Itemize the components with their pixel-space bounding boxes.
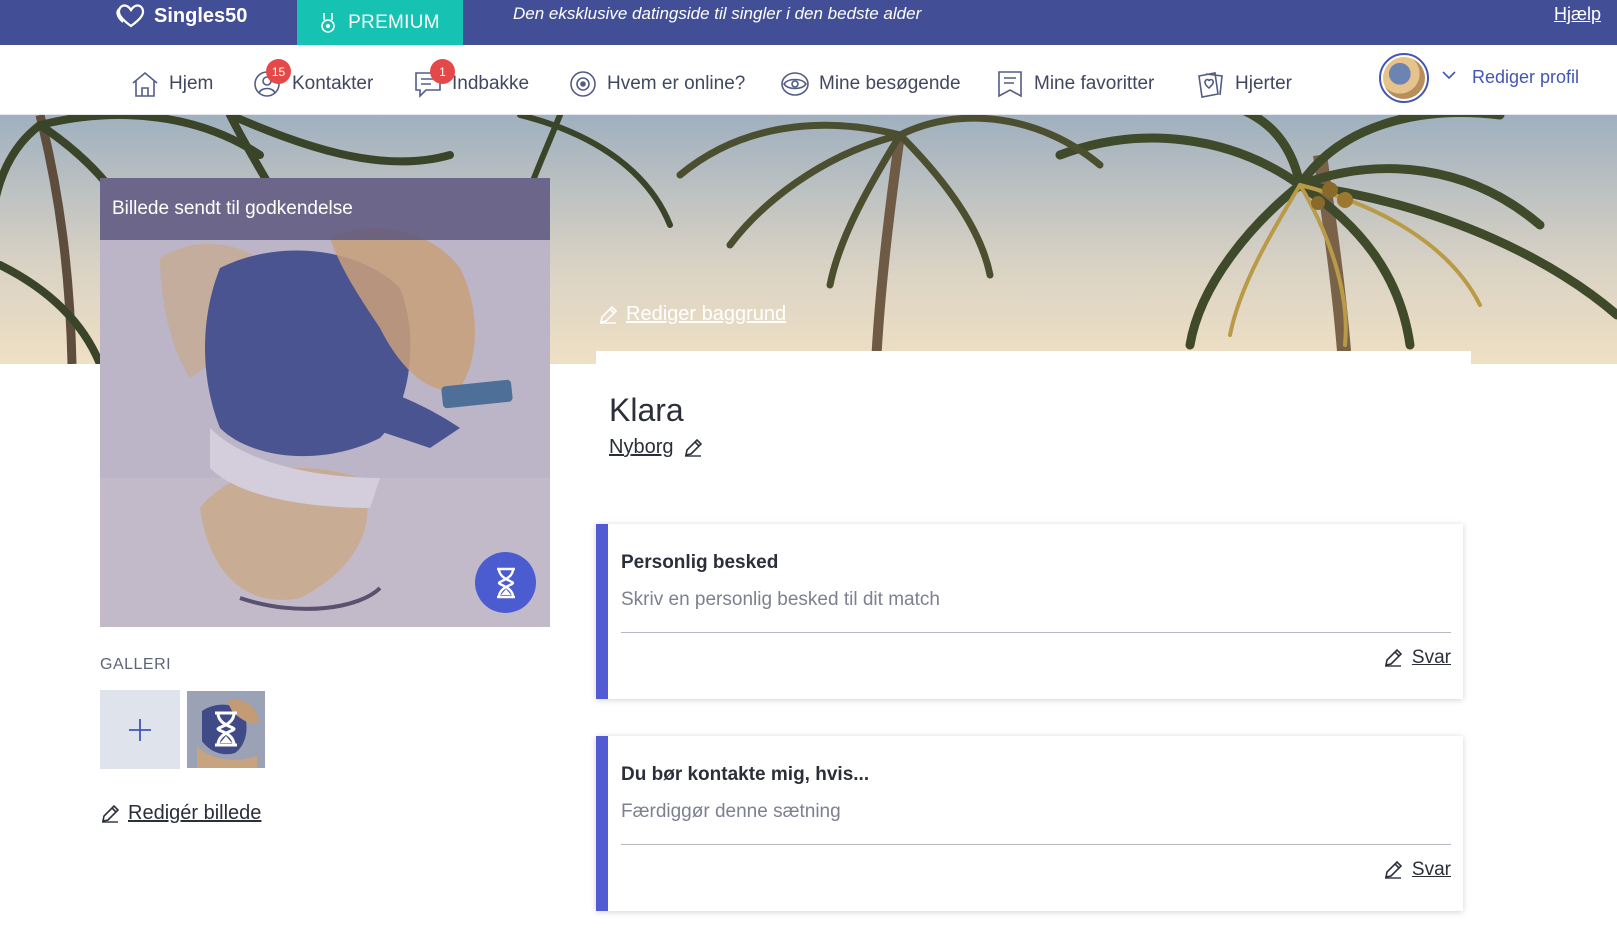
nav-label-visitors: Mine besøgende [819,73,961,94]
gallery-heading: GALLERI [100,656,172,673]
city-link[interactable]: Nyborg [609,436,673,459]
online-icon [570,71,596,97]
profile-photo-image [100,178,550,627]
nav-item-hearts[interactable]: Hjerter [1196,69,1292,99]
nav-item-inbox[interactable]: 1 Indbakke [413,59,530,99]
pencil-icon [1384,860,1403,879]
prompt-card-personal-message: Personlig besked Skriv en personlig besk… [596,524,1463,699]
reply-label: Svar [1411,859,1451,880]
hearts-icon [1198,72,1223,98]
help-link[interactable]: Hjælp [1554,4,1601,25]
pending-approval-button[interactable] [475,552,536,613]
nav-label-hearts: Hjerter [1235,73,1293,94]
hourglass-icon [496,567,515,598]
pencil-icon[interactable] [683,438,703,458]
card-hint[interactable]: Skriv en personlig besked til dit match [621,589,940,611]
bookmark-icon [998,71,1022,98]
nav-label-home: Hjem [169,73,214,94]
nav-item-online[interactable]: Hvem er online? [568,69,745,99]
prompt-card-contact-me-if: Du bør kontakte mig, hvis... Færdiggør d… [596,736,1463,911]
add-photo-button[interactable] [100,690,180,769]
hourglass-icon [215,711,237,747]
photo-status-banner: Billede sendt til godkendelse [100,178,550,240]
double-heart-icon [116,4,145,28]
reply-button[interactable]: Svar [1383,859,1451,881]
card-title: Du bør kontakte mig, hvis... [621,764,870,785]
inbox-badge: 1 [430,59,455,84]
card-hint[interactable]: Færdiggør denne sætning [621,801,841,823]
premium-label: PREMIUM [348,11,440,33]
profile-photo[interactable]: Billede sendt til godkendelse [100,178,550,627]
nav-label-favorites: Mine favoritter [1034,73,1155,94]
nav-item-visitors[interactable]: Mine besøgende [780,69,961,99]
photo-status-text: Billede sendt til godkendelse [112,198,353,219]
card-divider [621,844,1451,845]
profile-info-panel [596,351,1471,381]
nav-label-online: Hvem er online? [607,73,746,94]
reply-button[interactable]: Svar [1383,647,1451,669]
nav-label-inbox: Indbakke [452,73,530,94]
main-nav: Hjem 15 Kontakter 1 Indbakke Hvem er onl… [0,45,1617,115]
premium-button[interactable]: PREMIUM [297,0,463,45]
home-icon [132,71,158,97]
reply-label: Svar [1411,647,1451,668]
medal-icon [321,12,335,33]
avatar[interactable] [1379,53,1429,103]
tagline: Den eksklusive datingside til singler i … [513,4,922,23]
edit-profile-link[interactable]: Rediger profil [1472,67,1579,88]
brand-name: Singles50 [154,4,248,27]
card-divider [621,632,1451,633]
avatar-image [1383,57,1425,99]
pencil-icon [599,305,618,324]
card-title: Personlig besked [621,552,779,573]
nav-item-contacts[interactable]: 15 Kontakter [253,59,374,99]
pencil-icon [1384,648,1403,667]
nav-item-home[interactable]: Hjem [130,69,213,99]
brand-logo[interactable]: Singles50 [114,2,247,30]
pencil-icon [101,804,120,823]
edit-background-link[interactable]: Rediger baggrund [598,303,786,326]
edit-photo-label: Redigér billede [128,802,262,824]
profile-name: Klara [609,392,684,428]
edit-photo-link[interactable]: Redigér billede [100,802,261,825]
eye-icon [781,72,809,96]
nav-item-favorites[interactable]: Mine favoritter [995,69,1154,99]
nav-label-contacts: Kontakter [292,73,374,94]
chevron-down-icon[interactable] [1442,70,1456,80]
plus-icon [129,718,151,741]
profile-city: Nyborg [609,436,703,459]
gallery-thumbnail[interactable] [187,691,265,768]
contacts-badge: 15 [266,59,291,84]
top-bar: Singles50 PREMIUM Den eksklusive datings… [0,0,1617,45]
edit-background-label: Rediger baggrund [626,303,787,325]
